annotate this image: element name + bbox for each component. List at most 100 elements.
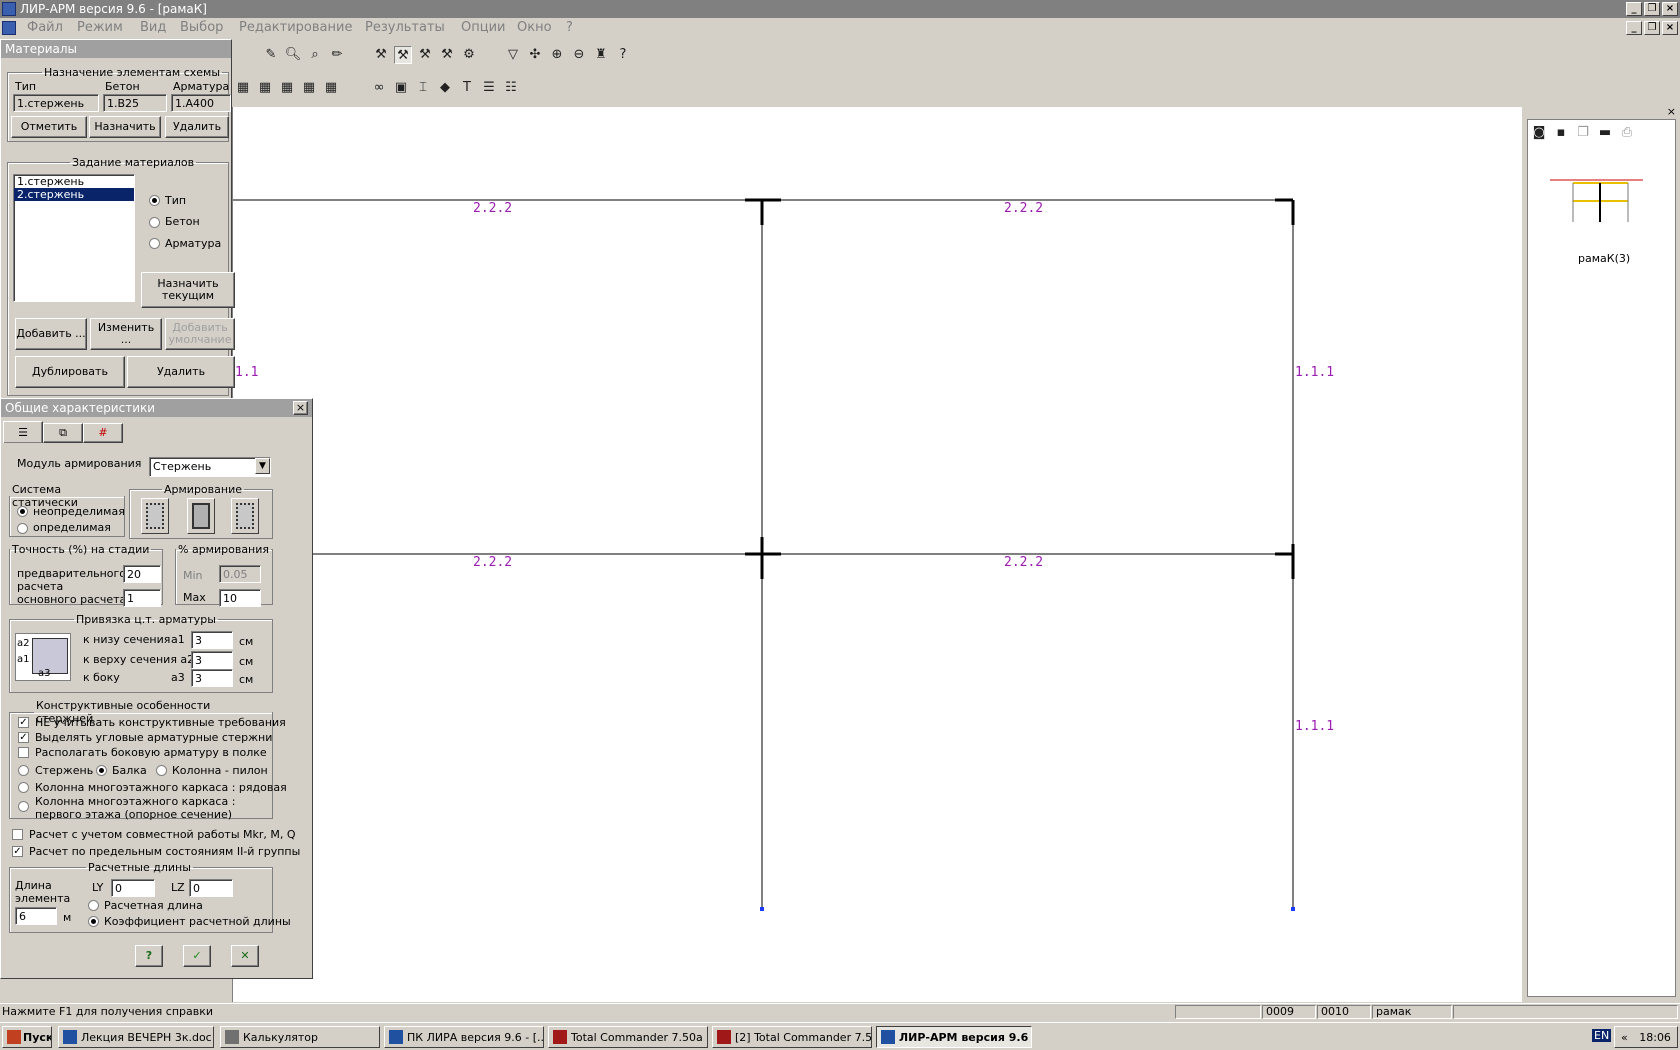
radio-length-coefficient[interactable]	[88, 916, 99, 927]
change-button[interactable]: Изменить ...	[90, 318, 162, 350]
section-icon-4[interactable]: ▦	[300, 79, 318, 97]
menu-help[interactable]: ?	[566, 20, 573, 35]
radio-determinate[interactable]	[17, 523, 28, 534]
select-tool-icon[interactable]: ✎	[262, 46, 280, 64]
menu-view[interactable]: Вид	[140, 20, 166, 35]
ok-button[interactable]: ✓	[183, 945, 211, 967]
glasses-icon[interactable]: ∞	[370, 79, 388, 97]
doc-minimize-button[interactable]: _	[1626, 21, 1642, 35]
symmetric-reinforcement-icon[interactable]	[141, 498, 169, 534]
zoom-in-icon[interactable]: ⊕	[548, 46, 566, 64]
bottom-reinforcement-icon[interactable]	[187, 498, 215, 534]
rebar-icon[interactable]: ▣	[392, 79, 410, 97]
radio-design-length[interactable]	[88, 900, 99, 911]
doc-restore-button[interactable]: ❐	[1644, 21, 1660, 35]
hammer-icon[interactable]: ⚒	[372, 46, 390, 64]
menu-options[interactable]: Опции	[461, 20, 505, 35]
document-icon[interactable]	[2, 21, 16, 35]
main-input[interactable]: 1	[123, 589, 161, 607]
text-icon[interactable]: T	[458, 79, 476, 97]
zoom-window-icon[interactable]: ⌕	[306, 46, 324, 64]
snap-icon[interactable]: ✣	[526, 46, 544, 64]
assign-current-button[interactable]: Назначить текущим	[141, 272, 235, 308]
task-word-doc[interactable]: Лекция ВЕЧЕРН 3к.doc ...	[58, 1026, 214, 1048]
tab-section[interactable]: ⧉	[43, 423, 83, 443]
save-icon[interactable]: ▪	[1552, 124, 1570, 142]
menu-select[interactable]: Выбор	[180, 20, 223, 35]
context-help-icon[interactable]: ?	[614, 46, 632, 64]
language-indicator[interactable]: EN	[1592, 1029, 1612, 1042]
task-total-commander-2[interactable]: [2] Total Commander 7.5...	[712, 1026, 872, 1048]
menu-file[interactable]: Файл	[27, 20, 63, 35]
minimize-button[interactable]: _	[1626, 2, 1642, 16]
task-calculator[interactable]: Калькулятор	[220, 1026, 380, 1048]
menu-results[interactable]: Результаты	[365, 20, 445, 35]
radio-concrete[interactable]	[149, 217, 160, 228]
add-button[interactable]: Добавить ...	[15, 318, 87, 350]
task-lir-arm[interactable]: ЛИР-АРМ версия 9.6 ...	[876, 1026, 1032, 1048]
mark-button[interactable]: Отметить	[11, 116, 87, 138]
drawing-canvas[interactable]: 2.2.2 2.2.2 2.2.2 2.2.2 1.1 1.1.1 1.1.1	[232, 107, 1522, 1002]
paint-icon[interactable]: ♜	[592, 46, 610, 64]
ly-input[interactable]: 0	[111, 879, 155, 897]
dialog-close-button[interactable]: ×	[293, 401, 308, 415]
radio-rebar[interactable]	[149, 238, 160, 249]
diagonal-reinforcement-icon[interactable]	[231, 498, 259, 534]
no-constructive-checkbox[interactable]: ✓	[18, 717, 29, 728]
lz-input[interactable]: 0	[189, 879, 233, 897]
ibeam-icon[interactable]: ⌶	[414, 79, 432, 97]
close-icon[interactable]: ×	[1667, 105, 1676, 118]
cancel-button[interactable]: ✕	[231, 945, 259, 967]
radio-rod[interactable]	[18, 765, 29, 776]
restore-button[interactable]: ❐	[1644, 2, 1660, 16]
tab-reinforcement[interactable]: #	[83, 423, 123, 443]
corner-bars-checkbox[interactable]: ✓	[18, 732, 29, 743]
list-item[interactable]: 1.стержень	[14, 175, 134, 188]
app-icon[interactable]	[2, 2, 16, 16]
print-icon[interactable]: ⎙	[1618, 124, 1636, 142]
task-total-commander-1[interactable]: Total Commander 7.50a ...	[548, 1026, 708, 1048]
max-input[interactable]: 10	[219, 589, 261, 607]
support-node[interactable]	[1291, 907, 1295, 911]
assign-button[interactable]: Назначить	[89, 116, 161, 138]
min-input[interactable]: 0.05	[219, 565, 261, 583]
filter-icon[interactable]: ▽	[504, 46, 522, 64]
a1-input[interactable]: 3	[191, 631, 233, 649]
chevron-down-icon[interactable]: ▼	[255, 458, 270, 474]
slab-tool-icon[interactable]: ⚒	[438, 46, 456, 64]
a2-input[interactable]: 3	[191, 651, 233, 669]
add-default-button[interactable]: Добавить умолчание	[165, 318, 235, 350]
camera-icon[interactable]: ◙	[1530, 124, 1548, 142]
prelim-input[interactable]: 20	[123, 565, 161, 583]
element-length-input[interactable]: 6	[15, 907, 57, 925]
a3-input[interactable]: 3	[191, 669, 233, 687]
menu-edit[interactable]: Редактирование	[239, 20, 352, 35]
section-icon-1[interactable]: ▦	[234, 79, 252, 97]
radio-beam[interactable]	[96, 765, 107, 776]
radio-column-first[interactable]	[18, 801, 29, 812]
materials-list[interactable]: 1.стержень 2.стержень	[13, 174, 135, 302]
report-icon[interactable]: ☷	[502, 79, 520, 97]
side-rebar-checkbox[interactable]	[18, 747, 29, 758]
delete-assignment-button[interactable]: Удалить	[165, 116, 229, 138]
image-icon[interactable]: ▬	[1596, 124, 1614, 142]
tab-general[interactable]: ☰	[3, 421, 43, 443]
section-icon-3[interactable]: ▦	[278, 79, 296, 97]
delete-material-button[interactable]: Удалить	[127, 356, 235, 388]
list-item[interactable]: 2.стержень	[14, 188, 134, 201]
column-tool-icon[interactable]: ⚒	[416, 46, 434, 64]
start-button[interactable]: Пуск	[2, 1026, 52, 1048]
settings-tool-icon[interactable]: ⚙	[460, 46, 478, 64]
zoom-icon[interactable]: 🔍︎	[284, 46, 302, 64]
close-button[interactable]: ×	[1662, 2, 1678, 16]
radio-type[interactable]	[149, 195, 160, 206]
menu-mode[interactable]: Режим	[77, 20, 123, 35]
pencil-icon[interactable]: ✏	[328, 46, 346, 64]
help-button[interactable]: ?	[135, 945, 163, 967]
tray-expand-icon[interactable]: «	[1621, 1031, 1628, 1044]
radio-pylon[interactable]	[156, 765, 167, 776]
section-icon-5[interactable]: ▦	[322, 79, 340, 97]
limit-states-checkbox[interactable]: ✓	[12, 846, 23, 857]
beam-tool-icon[interactable]: ⚒	[394, 46, 412, 64]
frame-thumbnail[interactable]	[1548, 170, 1648, 230]
